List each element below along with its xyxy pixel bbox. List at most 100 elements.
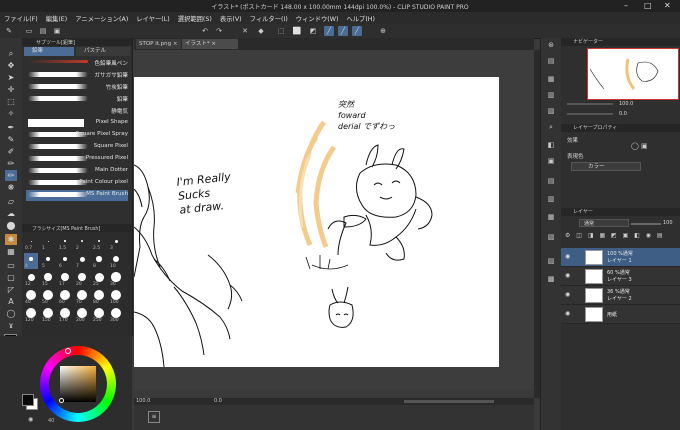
scroll-thumb[interactable]	[404, 400, 494, 403]
menu-view[interactable]: 表示(V)	[216, 14, 246, 23]
figure-icon[interactable]: ▭	[5, 260, 17, 271]
lasso-icon[interactable]: ✧	[5, 108, 17, 119]
reference-icon[interactable]: ▣	[546, 156, 556, 166]
blend-icon[interactable]: ☁	[5, 208, 17, 219]
blend-mode-dropdown[interactable]: 通常	[579, 219, 629, 227]
panel-c-icon[interactable]: ▦	[546, 212, 556, 222]
swatch-icon[interactable]: ◧	[546, 140, 556, 150]
layer-row[interactable]: ◉ 100 %通常 レイヤー 1	[561, 248, 680, 267]
layer-row[interactable]: ◉ 60 %通常 レイヤー 3	[561, 267, 680, 286]
decoration-icon[interactable]: ✱	[5, 234, 17, 245]
drawing-canvas[interactable]: I'm Really Sucks at draw. 突然 foward deri…	[134, 77, 499, 367]
airbrush-icon[interactable]: ❋	[5, 182, 17, 193]
horizontal-scrollbar[interactable]: 100.0 0.0	[134, 398, 534, 405]
snap-grid-icon[interactable]: ╱	[352, 26, 362, 36]
frame-icon[interactable]: ▢	[5, 272, 17, 283]
deselect-icon[interactable]: ⬜	[292, 26, 302, 36]
pen-icon[interactable]: ✎	[5, 134, 17, 145]
brush-size-cell[interactable]: 4	[24, 253, 38, 269]
brush-size-cell[interactable]: 1	[41, 235, 55, 251]
zoom-icon[interactable]: ⌕	[5, 48, 17, 59]
brush-item[interactable]: 竹炭鉛筆	[26, 82, 128, 93]
tab-illust[interactable]: イラスト* ×	[182, 39, 238, 49]
main-color-chip[interactable]	[22, 394, 34, 406]
brush-item[interactable]: Square Pixel	[26, 142, 128, 153]
menu-layer[interactable]: レイヤー(L)	[132, 14, 173, 23]
selection-icon[interactable]: ⬚	[5, 96, 17, 107]
layer-menu-icon[interactable]: ≡	[148, 411, 160, 423]
brush-size-cell[interactable]: 300	[109, 307, 123, 323]
brush-item[interactable]: 色鉛筆風ペン	[26, 58, 128, 69]
close-icon[interactable]: ✕	[664, 1, 671, 10]
panel-f-icon[interactable]: ▩	[546, 274, 556, 284]
effect-icons[interactable]: ◯ ▣	[631, 142, 648, 150]
brush-item[interactable]: Square Pixel Spray	[26, 130, 128, 141]
brush-size-cell[interactable]: 50	[41, 289, 55, 305]
brush-item[interactable]: 鉛筆	[26, 94, 128, 105]
brush-size-cell[interactable]: 200	[75, 307, 89, 323]
layer-toolbar-icons[interactable]: ⚙ ◫ ◨ ▦ ◩ ▣ ◧ ◉ ▤	[565, 232, 677, 241]
brush-size-cell[interactable]: 80	[92, 289, 106, 305]
tab-pastel[interactable]: パステル	[76, 47, 130, 56]
app-logo-icon[interactable]: ✎	[4, 26, 14, 36]
menu-help[interactable]: ヘルプ(H)	[342, 14, 379, 23]
fill-icon[interactable]: ◆	[256, 26, 266, 36]
invert-icon[interactable]: ◩	[308, 26, 318, 36]
brush-size-cell[interactable]: 6	[58, 253, 72, 269]
brush-size-cell[interactable]: 30	[109, 271, 123, 287]
brush-size-cell[interactable]: 100	[109, 289, 123, 305]
snap-ruler-icon[interactable]: ╱	[324, 26, 334, 36]
tab-stop-it[interactable]: STOP it.png ×	[136, 39, 181, 49]
ruler-icon[interactable]: ◸	[5, 284, 17, 295]
operation-icon[interactable]: ➤	[5, 72, 17, 83]
brush-size-cell[interactable]: 7	[75, 253, 89, 269]
navigator-angle-slider[interactable]	[567, 113, 613, 115]
clear-icon[interactable]: ✕	[240, 26, 250, 36]
panel-a-icon[interactable]: ▤	[546, 176, 556, 186]
subview-icon[interactable]: ▤	[546, 56, 556, 66]
value-picker-ring[interactable]	[59, 398, 64, 403]
brush-size-cell[interactable]: 150	[41, 307, 55, 323]
brush-size-cell[interactable]: 12	[24, 271, 38, 287]
saturation-value-square[interactable]	[60, 366, 96, 402]
open-icon[interactable]: ▤	[38, 26, 48, 36]
brush-size-cell[interactable]: 8	[92, 253, 106, 269]
navigator-preview[interactable]	[587, 48, 679, 100]
cmd-extra-icon[interactable]: ⊕	[378, 26, 388, 36]
brush-item[interactable]: Paint Colour pixel	[26, 178, 128, 189]
brush-icon[interactable]: ✐	[5, 146, 17, 157]
brush-size-cell[interactable]: 70	[75, 289, 89, 305]
eraser-icon[interactable]: ▱	[5, 196, 17, 207]
material-icon[interactable]: ▧	[546, 106, 556, 116]
opacity-slider[interactable]	[631, 223, 661, 225]
text-icon[interactable]: A	[5, 296, 17, 307]
panel-b-icon[interactable]: ▥	[546, 194, 556, 204]
info-icon[interactable]: ▦	[546, 74, 556, 84]
redo-icon[interactable]: ↷	[214, 26, 224, 36]
maximize-icon[interactable]: □	[644, 1, 652, 10]
brush-size-cell[interactable]: 1.5	[58, 235, 72, 251]
pencil-active-icon[interactable]: ✏	[5, 170, 17, 181]
transform-icon[interactable]: ⬚	[276, 26, 286, 36]
menu-filter[interactable]: フィルター(I)	[246, 14, 292, 23]
panel-e-icon[interactable]: ▨	[546, 256, 556, 266]
layer-visibility-icon[interactable]: ◉	[565, 253, 570, 260]
fill-tool-icon[interactable]: ⬤	[5, 220, 17, 231]
hue-picker-ring[interactable]	[65, 348, 71, 354]
brush-size-cell[interactable]: 20	[75, 271, 89, 287]
search-icon[interactable]: ⌕	[546, 122, 556, 132]
menu-edit[interactable]: 編集(E)	[42, 14, 72, 23]
brush-size-cell[interactable]: 250	[92, 307, 106, 323]
menu-animation[interactable]: アニメーション(A)	[71, 14, 132, 23]
layer-visibility-icon[interactable]: ◉	[565, 310, 570, 317]
layer-move-icon[interactable]: ✛	[5, 84, 17, 95]
snap-special-icon[interactable]: ╱	[338, 26, 348, 36]
menu-file[interactable]: ファイル(F)	[0, 14, 42, 23]
brush-item[interactable]: Pressured Pixel	[26, 154, 128, 165]
eyedropper-icon[interactable]: ✒	[5, 122, 17, 133]
tab-pencil[interactable]: 鉛筆	[24, 47, 74, 56]
express-dropdown[interactable]: カラー	[571, 162, 641, 171]
color-mode-icon[interactable]: ◉	[28, 416, 33, 423]
balloon-icon[interactable]: ◯	[5, 308, 17, 319]
navigator-icon[interactable]: ⊛	[546, 40, 556, 50]
